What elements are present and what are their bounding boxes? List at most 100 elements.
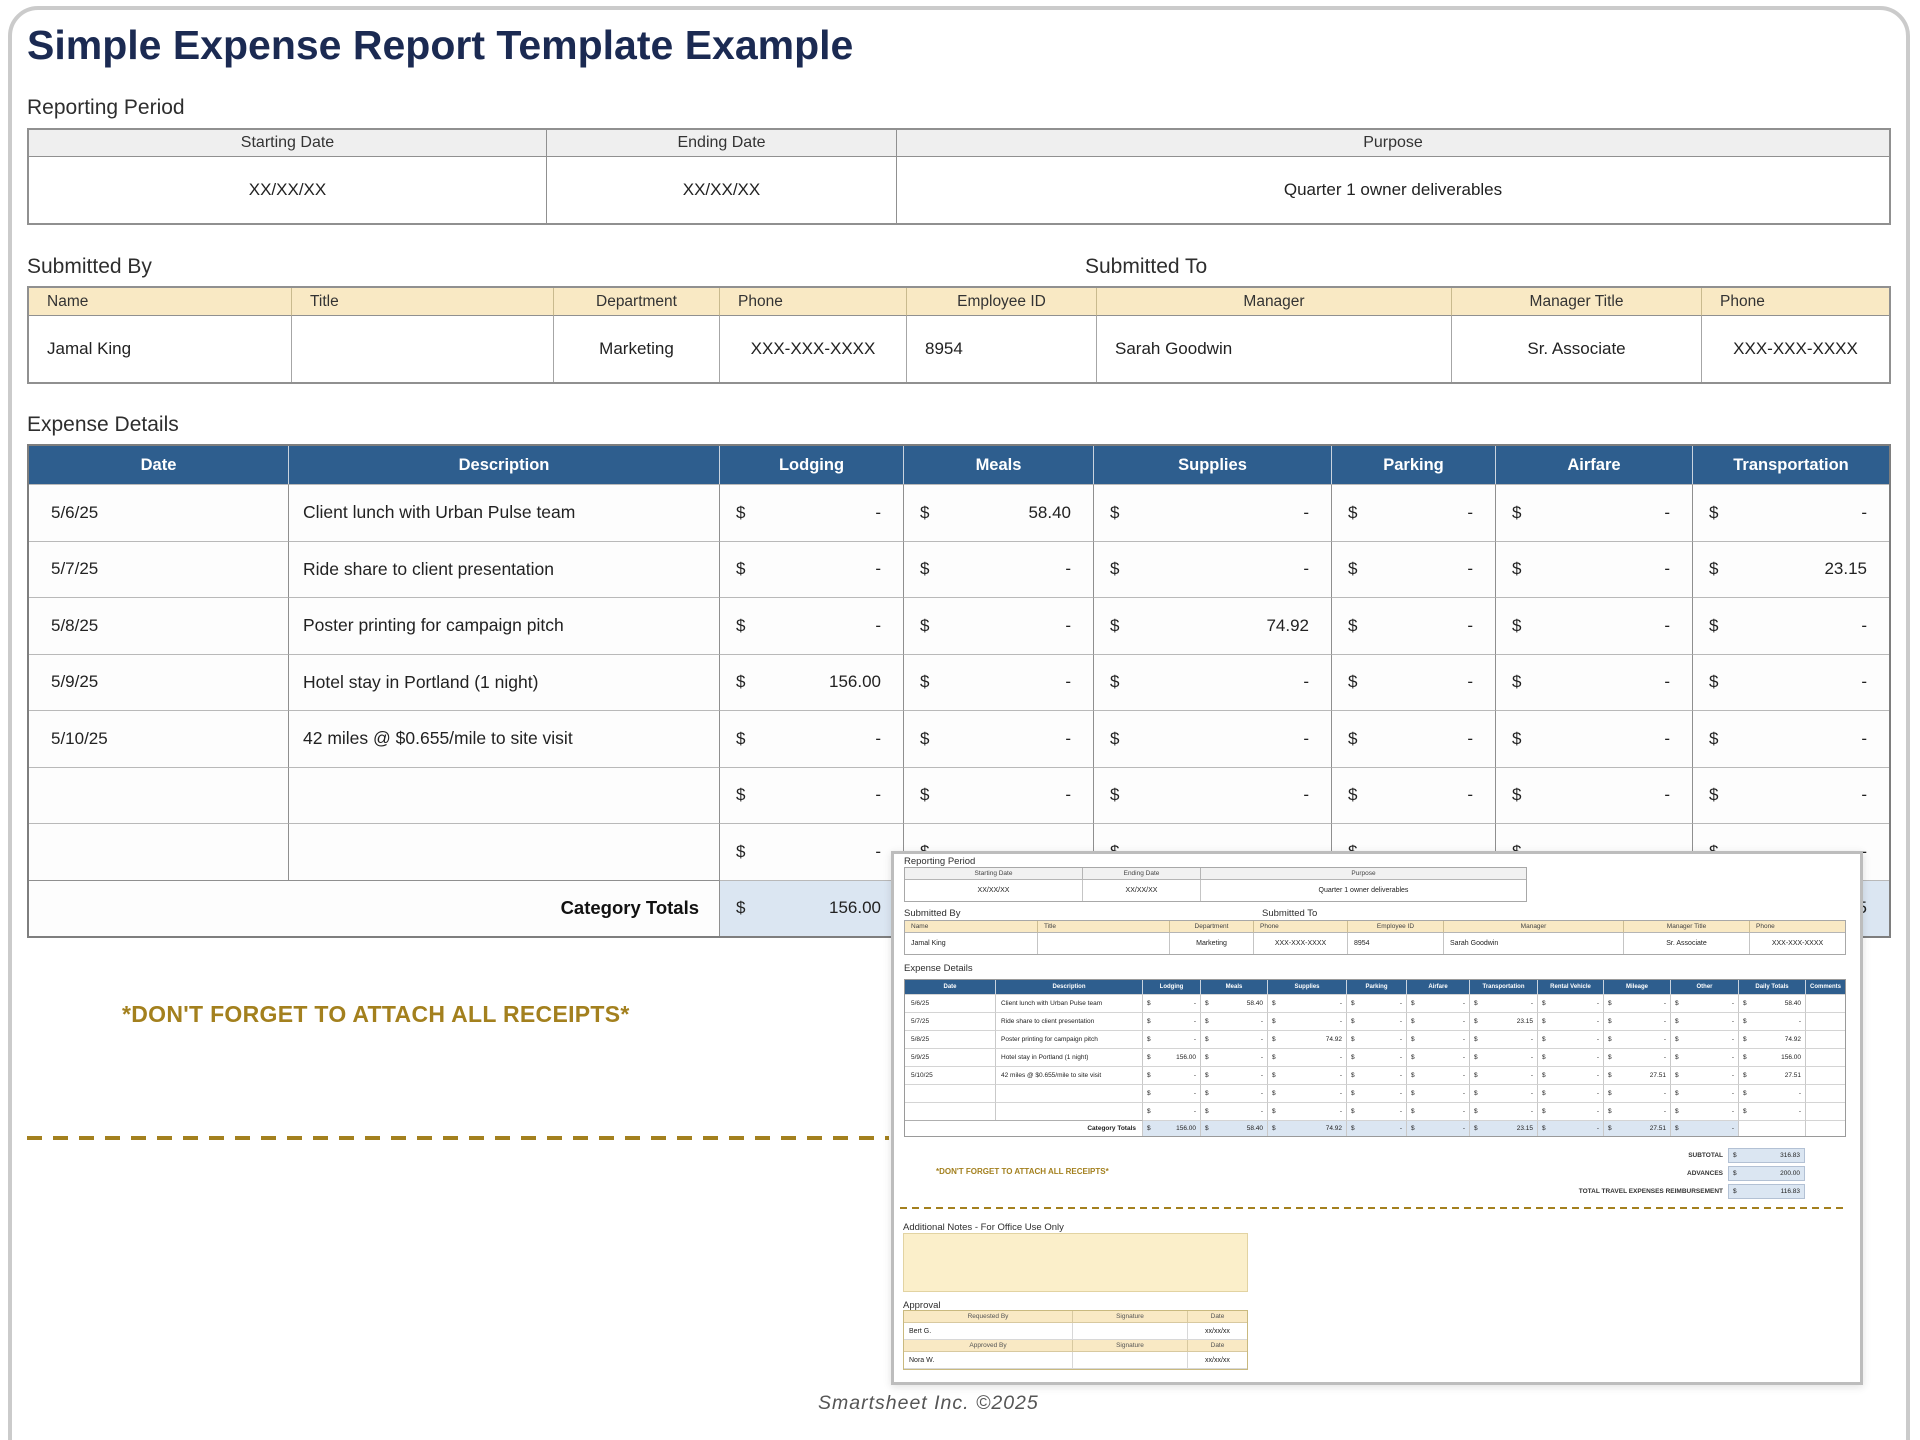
amount-value: -: [1597, 1125, 1599, 1132]
amount-value: -: [1194, 1018, 1196, 1025]
amount-cell: $-: [904, 597, 1094, 654]
column-header: Meals: [1201, 980, 1268, 994]
column-header: Meals: [904, 446, 1094, 484]
inset-gold-dashed-divider: [900, 1207, 1848, 1209]
reporting-period-label: Reporting Period: [27, 96, 185, 120]
amount-value: -: [1463, 1090, 1465, 1097]
amount-cell: $-: [1671, 1030, 1739, 1048]
amount-cell: $-: [1407, 1012, 1470, 1030]
value-cell: XX/XX/XX: [905, 880, 1083, 901]
reporting-period-table: Starting DateEnding DatePurposeXX/XX/XXX…: [27, 128, 1891, 225]
amount-value: -: [1467, 729, 1473, 749]
daily-total-cell: $-: [1739, 1102, 1806, 1120]
amount-cell: $-: [1671, 1012, 1739, 1030]
date-cell: 5/6/25: [905, 994, 996, 1012]
currency-symbol: $: [1474, 1000, 1478, 1007]
currency-symbol: $: [1474, 1125, 1478, 1132]
category-total-cell: $-: [1347, 1120, 1407, 1136]
amount-value: -: [1400, 1090, 1402, 1097]
amount-value: 27.51: [1650, 1125, 1666, 1132]
amount-cell: $-: [1470, 1048, 1538, 1066]
column-header: Airfare: [1496, 446, 1693, 484]
amount-cell: $-: [1268, 994, 1347, 1012]
amount-cell: $-: [1094, 767, 1332, 824]
amount-value: -: [1597, 1072, 1599, 1079]
description-cell: 42 miles @ $0.655/mile to site visit: [289, 710, 720, 767]
currency-symbol: $: [1348, 616, 1357, 636]
column-header: Lodging: [720, 446, 904, 484]
currency-symbol: $: [1608, 1054, 1612, 1061]
amount-cell: $-: [1332, 597, 1496, 654]
amount-cell: $-: [1407, 994, 1470, 1012]
currency-symbol: $: [1512, 503, 1521, 523]
column-header: Phone: [1254, 921, 1348, 933]
amount-cell: $74.92: [1268, 1030, 1347, 1048]
amount-value: 74.92: [1326, 1125, 1342, 1132]
column-header: Daily Totals: [1739, 980, 1806, 994]
amount-value: -: [1065, 672, 1071, 692]
currency-symbol: $: [1542, 1054, 1546, 1061]
column-header: Phone: [1750, 921, 1845, 933]
amount-value: -: [875, 842, 881, 862]
receipts-reminder-note: *DON'T FORGET TO ATTACH ALL RECEIPTS*: [122, 1001, 630, 1028]
currency-symbol: $: [1110, 559, 1119, 579]
amount-value: 58.40: [1247, 1125, 1263, 1132]
approval-value-cell: xx/xx/xx: [1188, 1323, 1247, 1340]
amount-cell: $-: [1201, 1102, 1268, 1120]
currency-symbol: $: [1608, 1018, 1612, 1025]
inset-additional-notes-label: Additional Notes - For Office Use Only: [903, 1222, 1064, 1233]
amount-value: -: [1400, 1000, 1402, 1007]
currency-symbol: $: [1675, 1072, 1679, 1079]
currency-symbol: $: [1743, 1018, 1747, 1025]
amount-value: 27.51: [1785, 1072, 1801, 1079]
currency-symbol: $: [1542, 1108, 1546, 1115]
amount-value: -: [1340, 1018, 1342, 1025]
amount-cell: $-: [1470, 1102, 1538, 1120]
amount-value: -: [1732, 1090, 1734, 1097]
amount-value: -: [1303, 729, 1309, 749]
amount-value: -: [1861, 785, 1867, 805]
value-cell: XXX-XXX-XXXX: [720, 316, 907, 382]
summary-row: ADVANCES$200.00: [1294, 1164, 1805, 1182]
column-header: Parking: [1332, 446, 1496, 484]
inset-submitted-by-label: Submitted By: [904, 908, 961, 919]
column-header: Title: [292, 288, 554, 316]
amount-cell: $-: [1201, 1030, 1268, 1048]
amount-value: 23.15: [1517, 1125, 1533, 1132]
currency-symbol: $: [1351, 1108, 1355, 1115]
currency-symbol: $: [1608, 1108, 1612, 1115]
currency-symbol: $: [1608, 1036, 1612, 1043]
amount-cell: $-: [1143, 1084, 1201, 1102]
currency-symbol: $: [1351, 1072, 1355, 1079]
description-cell: [996, 1102, 1143, 1120]
date-cell: 5/10/25: [29, 710, 289, 767]
amount-cell: $-: [1671, 994, 1739, 1012]
amount-cell: $-: [1538, 994, 1604, 1012]
column-header: Other: [1671, 980, 1739, 994]
amount-cell: $-: [1538, 1030, 1604, 1048]
amount-cell: $74.92: [1094, 597, 1332, 654]
currency-symbol: $: [1542, 1125, 1546, 1132]
column-header: Name: [905, 921, 1038, 933]
column-header: Title: [1038, 921, 1170, 933]
amount-cell: $-: [1143, 994, 1201, 1012]
currency-symbol: $: [1743, 1072, 1747, 1079]
category-total-cell: $27.51: [1604, 1120, 1671, 1136]
amount-value: -: [1065, 785, 1071, 805]
currency-symbol: $: [736, 616, 745, 636]
amount-value: -: [1799, 1108, 1801, 1115]
inset-approval-table: Requested BySignatureDateBert G.xx/xx/xx…: [903, 1310, 1248, 1370]
summary-value: $116.83: [1728, 1184, 1805, 1199]
date-cell: [905, 1102, 996, 1120]
category-total-cell: $74.92: [1268, 1120, 1347, 1136]
amount-value: -: [1400, 1072, 1402, 1079]
amount-cell: $-: [1496, 541, 1693, 598]
currency-symbol: $: [1675, 1090, 1679, 1097]
amount-value: -: [1303, 559, 1309, 579]
inset-reporting-period-table: Starting DateEnding DatePurposeXX/XX/XXX…: [904, 867, 1527, 902]
inset-submitted-to-label: Submitted To: [1262, 908, 1317, 919]
amount-cell: $-: [1407, 1048, 1470, 1066]
daily-total-cell: $58.40: [1739, 994, 1806, 1012]
date-cell: 5/9/25: [29, 654, 289, 711]
amount-cell: $23.15: [1470, 1012, 1538, 1030]
